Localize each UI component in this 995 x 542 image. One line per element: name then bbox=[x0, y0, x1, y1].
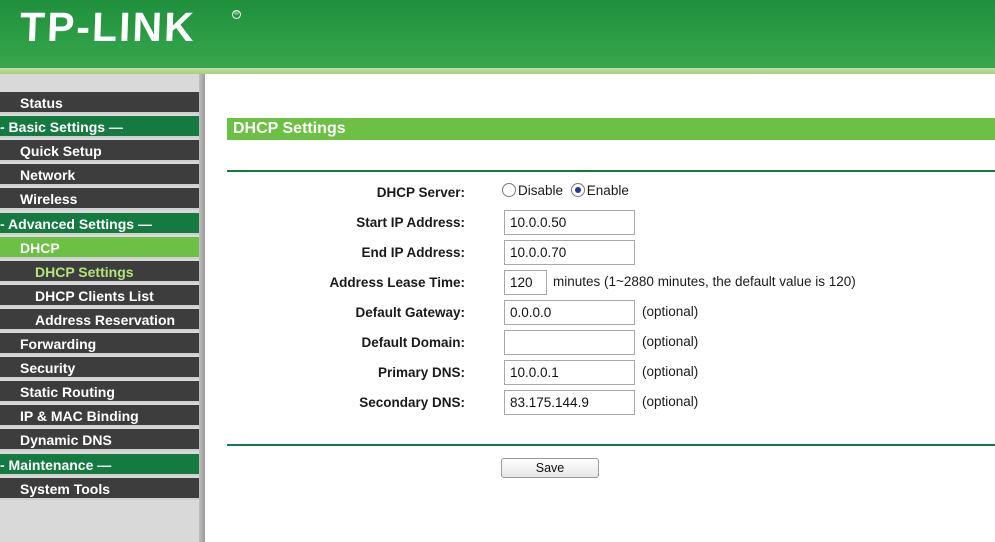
sidebar-item-label: Wireless bbox=[20, 191, 78, 208]
sidebar-item-quick-setup[interactable]: Quick Setup bbox=[0, 140, 199, 163]
sidebar-item-static-routing[interactable]: Static Routing bbox=[0, 381, 199, 404]
sidebar-item-label: System Tools bbox=[20, 480, 110, 497]
sidebar-item-dhcp[interactable]: DHCP bbox=[0, 236, 199, 259]
sidebar-item-system-tools[interactable]: System Tools bbox=[0, 477, 199, 500]
tp-link-logo: TP-LINK bbox=[19, 4, 197, 50]
primary-dns-label: Primary DNS: bbox=[377, 365, 465, 380]
end-ip-input[interactable] bbox=[504, 240, 635, 265]
main-content: DHCP Settings DHCP Server: Disable Enabl… bbox=[205, 74, 995, 542]
sidebar-item-label: DHCP Settings bbox=[35, 263, 134, 280]
page-title: DHCP Settings bbox=[227, 118, 995, 140]
sidebar-item-ip-mac-binding[interactable]: IP & MAC Binding bbox=[0, 405, 199, 428]
sidebar-item-label: Network bbox=[20, 167, 76, 184]
sidebar-item-label: Address Reservation bbox=[35, 311, 176, 328]
sidebar-item-label: Dynamic DNS bbox=[20, 432, 112, 449]
bottom-divider bbox=[227, 444, 995, 446]
sidebar-item-label: Status bbox=[20, 95, 63, 111]
domain-optional-note: (optional) bbox=[642, 334, 699, 349]
lease-time-input[interactable] bbox=[504, 270, 547, 295]
domain-input[interactable] bbox=[504, 330, 635, 355]
end-ip-row: End IP Address: bbox=[205, 238, 995, 266]
end-ip-label: End IP Address: bbox=[361, 245, 465, 260]
save-button[interactable]: Save bbox=[501, 458, 599, 478]
sidebar-item-address-reservation[interactable]: Address Reservation bbox=[0, 308, 199, 331]
domain-row: Default Domain: (optional) bbox=[205, 328, 995, 356]
registered-mark: ® bbox=[232, 10, 241, 19]
disable-radio[interactable] bbox=[502, 183, 516, 197]
primary-dns-row: Primary DNS: (optional) bbox=[205, 358, 995, 386]
sidebar-item-wireless[interactable]: Wireless bbox=[0, 188, 199, 211]
sidebar-item-label: IP & MAC Binding bbox=[20, 408, 139, 425]
sidebar-item-label: - Advanced Settings — bbox=[0, 215, 152, 232]
sidebar-menu: Status - Basic Settings — Quick Setup Netwo… bbox=[0, 74, 205, 542]
header-banner: TP-LINK ® bbox=[0, 0, 995, 72]
primary-dns-optional-note: (optional) bbox=[642, 364, 699, 379]
start-ip-row: Start IP Address: bbox=[205, 208, 995, 236]
sidebar-item-network[interactable]: Network bbox=[0, 164, 199, 187]
gateway-input[interactable] bbox=[504, 300, 635, 325]
dhcp-server-label: DHCP Server: bbox=[376, 185, 465, 200]
lease-time-row: Address Lease Time: minutes (1~2880 minu… bbox=[205, 268, 995, 296]
sidebar-section-advanced-settings: - Advanced Settings — bbox=[0, 212, 199, 235]
sidebar-item-label: DHCP Clients List bbox=[35, 287, 154, 304]
sidebar-item-label: Quick Setup bbox=[20, 143, 102, 160]
top-divider bbox=[227, 170, 995, 172]
sidebar-section-basic-settings: - Basic Settings — bbox=[0, 116, 199, 139]
start-ip-label: Start IP Address: bbox=[356, 215, 465, 230]
secondary-dns-optional-note: (optional) bbox=[642, 394, 699, 409]
secondary-dns-row: Secondary DNS: (optional) bbox=[205, 388, 995, 416]
lease-time-label: Address Lease Time: bbox=[329, 275, 465, 290]
gateway-row: Default Gateway: (optional) bbox=[205, 298, 995, 326]
gateway-label: Default Gateway: bbox=[355, 305, 465, 320]
sidebar-item-label: Static Routing bbox=[20, 384, 115, 401]
enable-radio-label[interactable]: Enable bbox=[587, 183, 629, 198]
dhcp-server-radio-group: Disable Enable bbox=[502, 183, 633, 198]
enable-radio[interactable] bbox=[570, 183, 585, 197]
start-ip-input[interactable] bbox=[504, 210, 635, 235]
sidebar-item-status[interactable]: Status bbox=[0, 92, 199, 114]
dhcp-server-row: DHCP Server: Disable Enable bbox=[205, 178, 995, 206]
sidebar-item-label: Security bbox=[20, 360, 76, 377]
sidebar-item-label: - Maintenance — bbox=[0, 456, 112, 473]
secondary-dns-label: Secondary DNS: bbox=[359, 395, 465, 410]
sidebar-item-label: DHCP bbox=[20, 239, 60, 256]
sidebar-item-security[interactable]: Security bbox=[0, 357, 199, 380]
sidebar-item-dhcp-clients-list[interactable]: DHCP Clients List bbox=[0, 284, 199, 307]
secondary-dns-input[interactable] bbox=[504, 390, 635, 415]
sidebar-item-label: Forwarding bbox=[20, 336, 97, 352]
sidebar-item-forwarding[interactable]: Forwarding bbox=[0, 333, 199, 355]
lease-time-note: minutes (1~2880 minutes, the default val… bbox=[553, 274, 856, 289]
gateway-optional-note: (optional) bbox=[642, 304, 699, 319]
domain-label: Default Domain: bbox=[361, 335, 465, 350]
primary-dns-input[interactable] bbox=[504, 360, 635, 385]
sidebar-item-dhcp-settings[interactable]: DHCP Settings bbox=[0, 260, 199, 283]
sidebar-section-maintenance: - Maintenance — bbox=[0, 453, 199, 476]
sidebar-item-dynamic-dns[interactable]: Dynamic DNS bbox=[0, 429, 199, 452]
sidebar-item-label: - Basic Settings — bbox=[0, 119, 123, 136]
disable-radio-label[interactable]: Disable bbox=[518, 183, 563, 198]
